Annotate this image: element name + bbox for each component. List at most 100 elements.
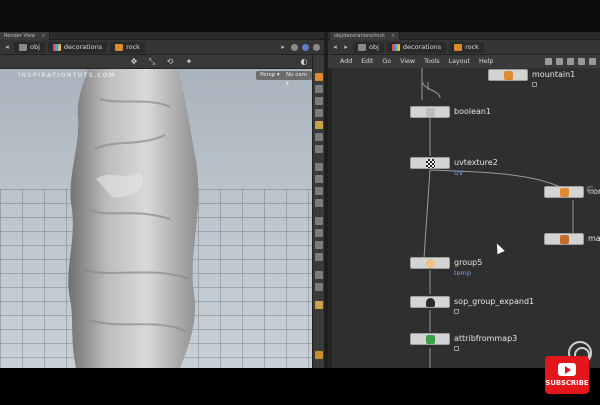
- points-icon[interactable]: [315, 133, 323, 141]
- lock-camera-icon[interactable]: [315, 73, 323, 81]
- subscribe-button[interactable]: SUBSCRIBE: [545, 356, 589, 394]
- network-tools: [545, 58, 600, 65]
- breadcrumb-label: obj: [30, 43, 40, 51]
- breadcrumb-label: obj: [369, 43, 379, 51]
- node-label: boolean1: [454, 107, 492, 116]
- node-body[interactable]: [488, 69, 528, 81]
- node-body[interactable]: [410, 157, 450, 169]
- breadcrumb-label: rock: [465, 43, 479, 51]
- breadcrumb-decorations[interactable]: decorations: [47, 41, 108, 53]
- pin-icon[interactable]: ▸: [279, 43, 287, 51]
- sticky-note-icon[interactable]: [556, 58, 563, 65]
- rotate-tool-icon[interactable]: ⟲: [166, 58, 174, 66]
- handles-icon[interactable]: [315, 241, 323, 249]
- breadcrumb-rock[interactable]: rock: [110, 41, 145, 53]
- measure-icon[interactable]: [315, 229, 323, 237]
- node-body[interactable]: [544, 233, 584, 245]
- lock-icon[interactable]: [454, 309, 459, 314]
- close-icon[interactable]: ×: [391, 33, 395, 39]
- lock-icon[interactable]: [532, 82, 537, 87]
- forward-arrow-icon[interactable]: ▸: [342, 43, 350, 51]
- render-icon[interactable]: [315, 301, 323, 309]
- node-body[interactable]: [410, 296, 450, 308]
- network-logo-letter: G: [586, 185, 595, 196]
- select-tool-icon[interactable]: ✥: [130, 58, 138, 66]
- node-sub-label: temp: [454, 269, 472, 277]
- perspective-button[interactable]: Persp ▾: [256, 71, 284, 80]
- decorations-icon: [391, 43, 400, 51]
- menu-help[interactable]: Help: [479, 58, 493, 65]
- menu-edit[interactable]: Edit: [361, 58, 373, 65]
- material-icon: [560, 235, 569, 244]
- tab-render-view-label: Render View: [4, 33, 36, 39]
- tab-network-path-label: obj/decorations/rock: [334, 33, 386, 39]
- play-icon: [558, 363, 576, 376]
- rock-mesh: [68, 69, 199, 368]
- camera-icon[interactable]: [315, 283, 323, 291]
- scale-icon[interactable]: [315, 217, 323, 225]
- node-label: sop_group_expand1: [454, 297, 535, 306]
- options-icon[interactable]: [313, 43, 320, 51]
- wrench-icon[interactable]: [545, 58, 552, 65]
- background-icon[interactable]: [315, 271, 323, 279]
- node-body[interactable]: [410, 257, 450, 269]
- grid-view-icon[interactable]: [578, 58, 585, 65]
- network-path-bar: ◂ ▸ obj decorations rock: [328, 40, 600, 55]
- top-black-strip: [0, 0, 600, 32]
- shading-icon[interactable]: [315, 121, 323, 129]
- snap-icon[interactable]: [315, 163, 323, 171]
- node-label: group5: [454, 258, 483, 267]
- back-arrow-icon[interactable]: ◂: [331, 43, 339, 51]
- wireframe-icon[interactable]: [315, 109, 323, 117]
- tab-network-path[interactable]: obj/decorations/rock ×: [330, 32, 401, 40]
- close-icon[interactable]: ×: [41, 33, 45, 39]
- layout-icon[interactable]: [567, 58, 574, 65]
- breadcrumb-decorations[interactable]: decorations: [386, 41, 447, 53]
- menu-go[interactable]: Go: [382, 58, 391, 65]
- grid-icon[interactable]: [315, 85, 323, 93]
- node-label: attribfrommap3: [454, 334, 518, 343]
- subscribe-label: SUBSCRIBE: [545, 379, 589, 387]
- boolean-icon: [426, 108, 435, 117]
- ghost-icon[interactable]: [315, 175, 323, 183]
- menu-layout[interactable]: Layout: [449, 58, 470, 65]
- menu-tools[interactable]: Tools: [424, 58, 440, 65]
- handle-tool-icon[interactable]: ✦: [185, 58, 193, 66]
- lock-icon[interactable]: [454, 346, 459, 351]
- node-label: mountain1: [532, 70, 576, 79]
- pane-tab-row: Render View × obj/decorations/rock ×: [0, 32, 600, 40]
- transform-tool-icon[interactable]: ⤡: [148, 58, 156, 66]
- light-icon[interactable]: [315, 97, 323, 105]
- network-editor[interactable]: mountain1 boolean1 uvtexture2 UV nor mat…: [328, 68, 600, 368]
- decorations-icon: [52, 43, 61, 51]
- breadcrumb-obj[interactable]: obj: [14, 41, 45, 53]
- normals-icon[interactable]: [315, 145, 323, 153]
- template-icon[interactable]: [315, 199, 323, 207]
- tab-render-view[interactable]: Render View ×: [0, 32, 51, 40]
- camera-button[interactable]: No cam ▾: [282, 71, 312, 87]
- menu-view[interactable]: View: [400, 58, 415, 65]
- view-icon[interactable]: [302, 43, 309, 51]
- node-body[interactable]: [410, 333, 450, 345]
- breadcrumb-rock[interactable]: rock: [449, 41, 484, 53]
- node-label: uvtexture2: [454, 158, 498, 167]
- group-icon: [426, 259, 435, 268]
- back-arrow-icon[interactable]: ◂: [3, 43, 11, 51]
- display-options-icon[interactable]: ◐: [300, 58, 308, 66]
- node-body[interactable]: [544, 186, 584, 198]
- flipbook-icon[interactable]: [315, 351, 323, 359]
- list-view-icon[interactable]: [589, 58, 596, 65]
- breadcrumb-label: rock: [126, 43, 140, 51]
- visibility-icon[interactable]: [315, 187, 323, 195]
- mountain-icon: [504, 71, 513, 80]
- link-icon[interactable]: [291, 43, 298, 51]
- scene-viewport[interactable]: INSPIRATIONTUTS.COM Persp ▾ No cam ▾: [0, 69, 312, 368]
- guide-icon[interactable]: [315, 253, 323, 261]
- node-body[interactable]: [410, 106, 450, 118]
- network-menu-bar: Add Edit Go View Tools Layout Help: [328, 55, 600, 68]
- watermark: INSPIRATIONTUTS.COM: [18, 72, 116, 79]
- menu-add[interactable]: Add: [340, 58, 352, 65]
- node-label: mat: [588, 234, 600, 243]
- viewport-path-bar: ◂ obj decorations rock ▸: [0, 40, 324, 55]
- breadcrumb-obj[interactable]: obj: [353, 41, 384, 53]
